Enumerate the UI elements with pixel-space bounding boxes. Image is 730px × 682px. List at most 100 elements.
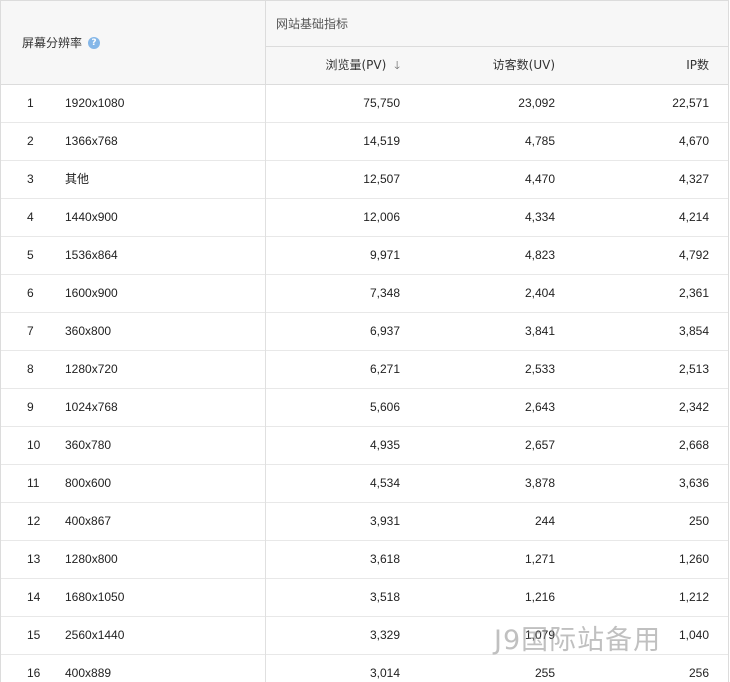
metric-group-header: 网站基础指标 xyxy=(265,1,728,47)
resolution-cell: 400x889 xyxy=(65,666,112,680)
row-index: 12 xyxy=(27,514,41,528)
table-row: 7 360x800 6,937 3,841 3,854 xyxy=(1,313,728,351)
pv-cell: 12,006 xyxy=(363,210,400,224)
table-row: 13 1280x800 3,618 1,271 1,260 xyxy=(1,541,728,579)
ip-cell: 250 xyxy=(688,514,709,528)
help-icon[interactable]: ? xyxy=(88,36,101,49)
row-index: 5 xyxy=(27,248,34,262)
pv-cell: 6,271 xyxy=(369,362,400,376)
table-body: 1 1920x1080 75,750 23,092 22,571 2 1366x768 14,… xyxy=(1,85,728,682)
uv-cell: 1,216 xyxy=(524,590,555,604)
uv-cell: 4,823 xyxy=(524,248,555,262)
ip-cell: 4,327 xyxy=(678,172,709,186)
uv-cell: 1,271 xyxy=(524,552,555,566)
uv-cell: 2,404 xyxy=(524,286,555,300)
table-row: 4 1440x900 12,006 4,334 4,214 xyxy=(1,199,728,237)
resolution-cell: 800x600 xyxy=(65,476,112,490)
ip-cell: 2,361 xyxy=(678,286,709,300)
table-row: 14 1680x1050 3,518 1,216 1,212 xyxy=(1,579,728,617)
pv-cell: 3,618 xyxy=(369,552,400,566)
pv-label: 浏览量(PV) xyxy=(325,58,387,72)
table-row: 15 2560x1440 3,329 1,079 1,040 xyxy=(1,617,728,655)
ip-cell: 256 xyxy=(688,666,709,680)
uv-cell: 1,079 xyxy=(524,628,555,642)
uv-cell: 2,533 xyxy=(524,362,555,376)
resolution-cell: 360x800 xyxy=(65,324,112,338)
ip-cell: 22,571 xyxy=(672,96,709,110)
ip-cell: 1,260 xyxy=(678,552,709,566)
resolution-cell: 1024x768 xyxy=(65,400,118,414)
table-row: 12 400x867 3,931 244 250 xyxy=(1,503,728,541)
resolution-cell: 1600x900 xyxy=(65,286,118,300)
table-row: 2 1366x768 14,519 4,785 4,670 xyxy=(1,123,728,161)
table-row: 6 1600x900 7,348 2,404 2,361 xyxy=(1,275,728,313)
row-index: 10 xyxy=(27,438,41,452)
resolution-cell: 1440x900 xyxy=(65,210,118,224)
resolution-cell: 1280x800 xyxy=(65,552,118,566)
table-header: 屏幕分辨率 ? 网站基础指标 浏览量(PV) 🡓 访客数(UV) IP数 xyxy=(1,1,728,85)
row-index: 2 xyxy=(27,134,34,148)
row-index: 3 xyxy=(27,172,34,186)
stats-table: 屏幕分辨率 ? 网站基础指标 浏览量(PV) 🡓 访客数(UV) IP数 1 1 9 2… xyxy=(0,0,729,682)
ip-cell: 1,040 xyxy=(678,628,709,642)
row-index: 6 xyxy=(27,286,34,300)
table-row: 1 1920x1080 75,750 23,092 22,571 xyxy=(1,85,728,123)
pv-cell: 3,931 xyxy=(369,514,400,528)
ip-cell: 2,668 xyxy=(678,438,709,452)
uv-cell: 255 xyxy=(534,666,555,680)
table-row: 16 400x889 3,014 255 256 xyxy=(1,655,728,682)
ip-cell: 4,214 xyxy=(678,210,709,224)
resolution-cell: 1536x864 xyxy=(65,248,118,262)
row-index: 9 xyxy=(27,400,34,414)
resolution-cell: 1280x720 xyxy=(65,362,118,376)
ip-cell: 1,212 xyxy=(678,590,709,604)
uv-cell: 3,841 xyxy=(524,324,555,338)
pv-cell: 7,348 xyxy=(369,286,400,300)
row-index: 8 xyxy=(27,362,34,376)
uv-cell: 244 xyxy=(534,514,555,528)
table-row: 5 1536x864 9,971 4,823 4,792 xyxy=(1,237,728,275)
metric-group-label: 网站基础指标 xyxy=(276,17,349,31)
pv-cell: 3,518 xyxy=(369,590,400,604)
column-header-pv[interactable]: 浏览量(PV) 🡓 xyxy=(265,47,400,84)
table-row: 11 800x600 4,534 3,878 3,636 xyxy=(1,465,728,503)
ip-cell: 2,513 xyxy=(678,362,709,376)
ip-cell: 4,670 xyxy=(678,134,709,148)
resolution-cell: 1680x1050 xyxy=(65,590,125,604)
resolution-cell: 其他 xyxy=(65,172,90,186)
uv-cell: 4,470 xyxy=(524,172,555,186)
pv-cell: 75,750 xyxy=(363,96,400,110)
row-index: 14 xyxy=(27,590,41,604)
table-row: 9 1024x768 5,606 2,643 2,342 xyxy=(1,389,728,427)
table-row: 8 1280x720 6,271 2,533 2,513 xyxy=(1,351,728,389)
uv-cell: 3,878 xyxy=(524,476,555,490)
dimension-label: 屏幕分辨率 xyxy=(22,36,83,50)
pv-cell: 4,534 xyxy=(369,476,400,490)
resolution-cell: 360x780 xyxy=(65,438,112,452)
column-header-uv[interactable]: 访客数(UV) xyxy=(400,47,555,84)
resolution-cell: 1366x768 xyxy=(65,134,118,148)
column-header-ip[interactable]: IP数 xyxy=(555,47,709,84)
resolution-cell: 2560x1440 xyxy=(65,628,125,642)
dimension-title: 屏幕分辨率 ? xyxy=(22,34,101,51)
ip-cell: 4,792 xyxy=(678,248,709,262)
pv-cell: 12,507 xyxy=(363,172,400,186)
pv-cell: 6,937 xyxy=(369,324,400,338)
ip-cell: 2,342 xyxy=(678,400,709,414)
row-index: 15 xyxy=(27,628,41,642)
resolution-cell: 1920x1080 xyxy=(65,96,125,110)
ip-cell: 3,636 xyxy=(678,476,709,490)
ip-cell: 3,854 xyxy=(678,324,709,338)
row-index: 16 xyxy=(27,666,41,680)
pv-cell: 3,329 xyxy=(369,628,400,642)
resolution-cell: 400x867 xyxy=(65,514,112,528)
uv-label: 访客数(UV) xyxy=(492,58,555,72)
pv-cell: 4,935 xyxy=(369,438,400,452)
pv-cell: 3,014 xyxy=(369,666,400,680)
table-row: 10 360x780 4,935 2,657 2,668 xyxy=(1,427,728,465)
uv-cell: 2,643 xyxy=(524,400,555,414)
row-index: 11 xyxy=(27,476,40,490)
row-index: 13 xyxy=(27,552,41,566)
pv-cell: 14,519 xyxy=(363,134,400,148)
row-index: 7 xyxy=(27,324,34,338)
